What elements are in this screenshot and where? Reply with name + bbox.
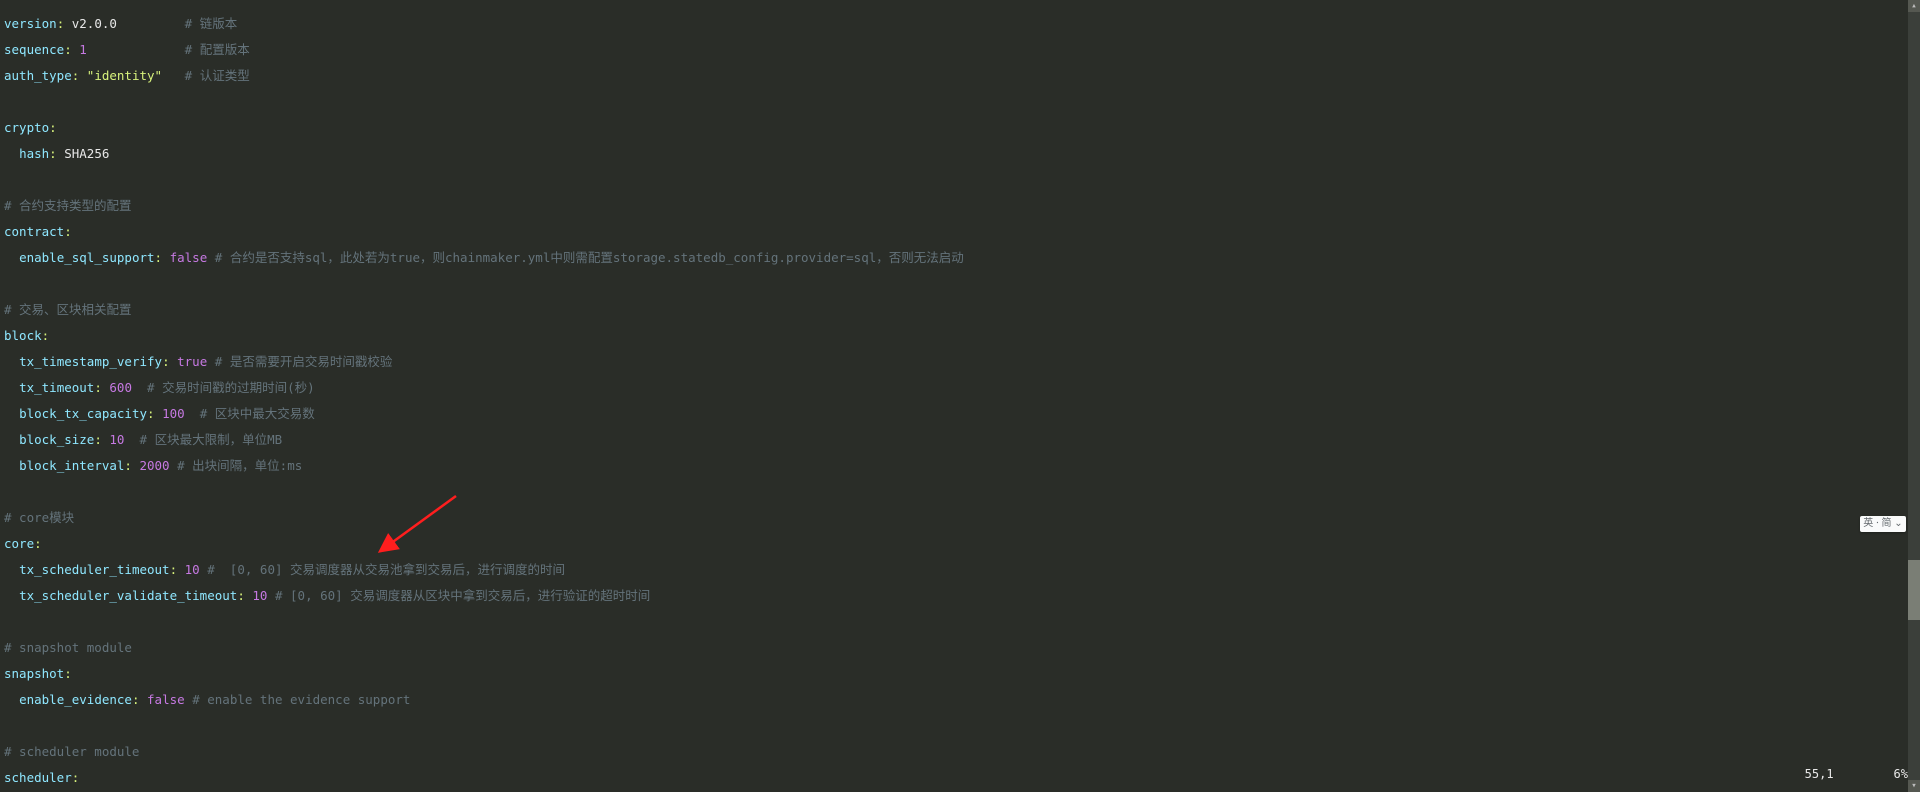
- status-bar: 55,1 6%: [1805, 767, 1908, 781]
- status-percent: 6%: [1894, 768, 1908, 781]
- scroll-down-icon[interactable]: ▾: [1908, 780, 1920, 792]
- ime-indicator[interactable]: 英 ⸱ 简 ⌄: [1860, 516, 1906, 532]
- comment: # 链版本: [185, 16, 238, 31]
- scroll-up-icon[interactable]: ▴: [1908, 0, 1920, 12]
- yaml-key: version: [4, 16, 57, 31]
- yaml-editor[interactable]: version: v2.0.0 # 链版本 sequence: 1 # 配置版本…: [0, 0, 1920, 792]
- scrollbar[interactable]: ▴ ▾: [1908, 0, 1920, 792]
- status-line-col: 55,1: [1805, 768, 1834, 781]
- scrollbar-thumb[interactable]: [1908, 560, 1920, 620]
